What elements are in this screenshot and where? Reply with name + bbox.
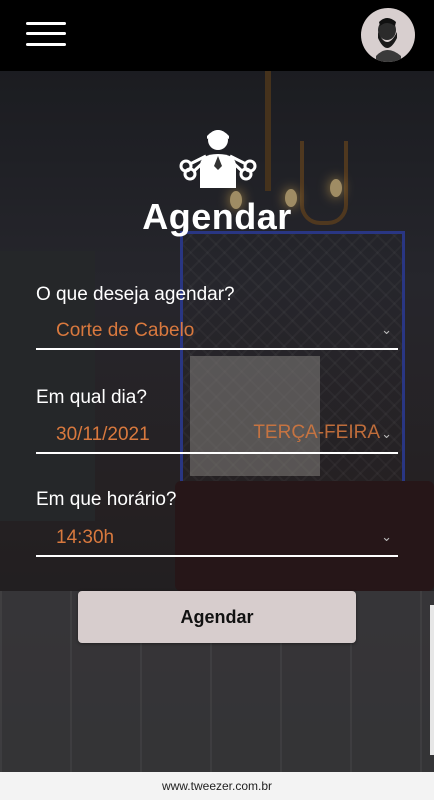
avatar[interactable] xyxy=(361,8,415,62)
time-select[interactable]: 14:30h ⌄ xyxy=(36,523,398,557)
service-label: O que deseja agendar? xyxy=(36,284,235,305)
time-value: 14:30h xyxy=(56,527,115,548)
chevron-down-icon: ⌄ xyxy=(381,529,392,544)
chevron-down-icon: ⌄ xyxy=(381,322,392,337)
date-value: 30/11/2021 xyxy=(56,424,150,445)
service-value: Corte de Cabelo xyxy=(56,320,195,341)
weekday-label: TERÇA-FEIRA xyxy=(253,422,380,443)
top-bar xyxy=(0,0,434,71)
booking-form: Agendar O que deseja agendar? Corte de C… xyxy=(0,71,434,772)
date-field[interactable]: 30/11/2021 TERÇA-FEIRA ⌄ xyxy=(36,420,398,454)
barber-scissors-icon xyxy=(179,130,257,188)
chevron-down-icon: ⌄ xyxy=(381,426,392,441)
date-label: Em qual dia? xyxy=(36,387,147,408)
time-label: Em que horário? xyxy=(36,489,177,510)
bearded-man-avatar-icon xyxy=(376,18,401,62)
service-select[interactable]: Corte de Cabelo ⌄ xyxy=(36,316,398,350)
submit-button[interactable]: Agendar xyxy=(78,591,356,643)
hamburger-menu-icon[interactable] xyxy=(26,20,66,48)
footer-url[interactable]: www.tweezer.com.br xyxy=(0,772,434,800)
page-title: Agendar xyxy=(142,196,292,237)
